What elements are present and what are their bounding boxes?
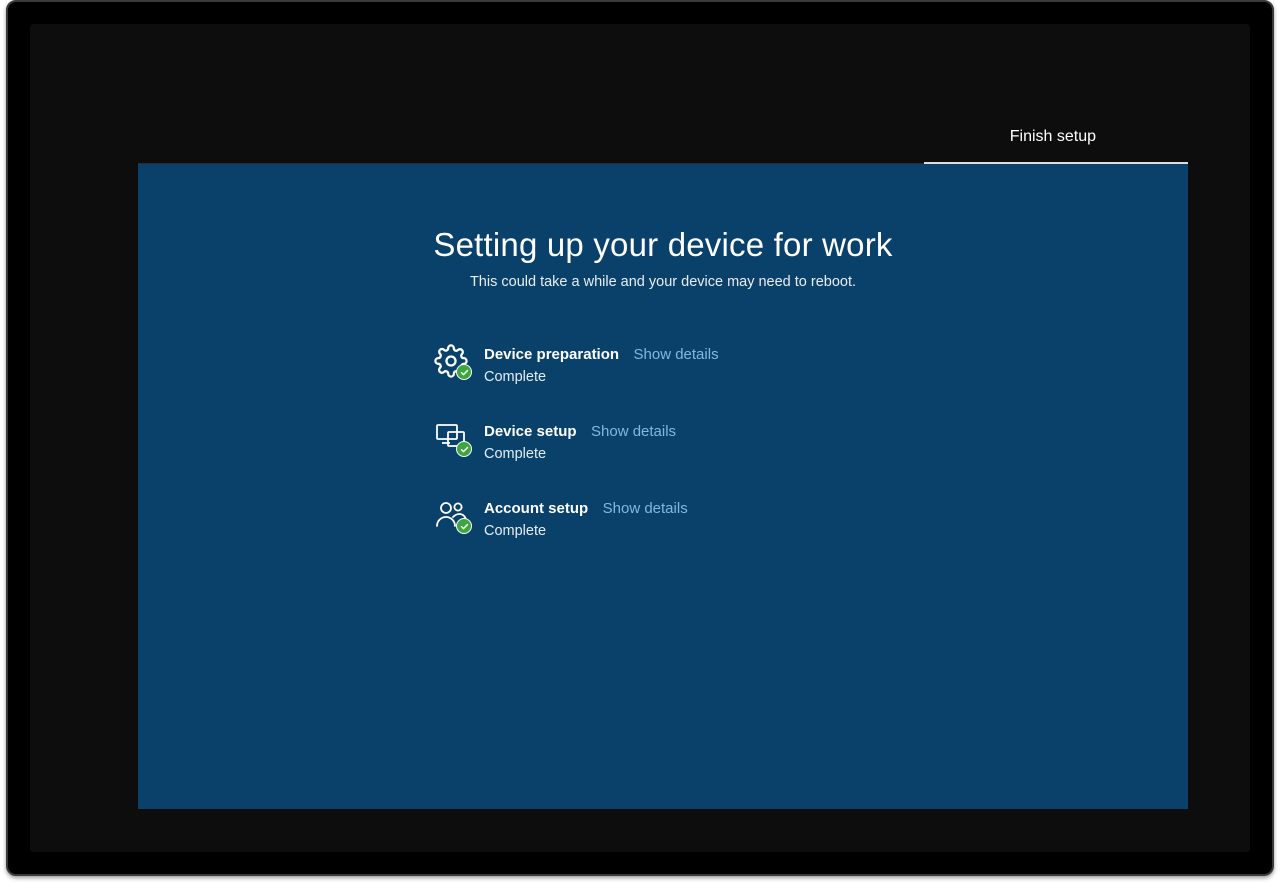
step-text: Device preparation Show details Complete: [484, 344, 719, 387]
step-text: Account setup Show details Complete: [484, 498, 688, 541]
page-title: Setting up your device for work: [138, 226, 1188, 264]
tablet-frame: Finish setup Setting up your device for …: [6, 0, 1274, 876]
step-title: Device preparation: [484, 346, 619, 363]
gear-icon: [434, 344, 474, 378]
step-title: Device setup: [484, 423, 577, 440]
page-subtitle: This could take a while and your device …: [138, 274, 1188, 290]
steps-list: Device preparation Show details Complete: [434, 344, 954, 541]
people-icon: [434, 498, 474, 532]
tablet-inner: Finish setup Setting up your device for …: [30, 24, 1250, 852]
step-account-setup: Account setup Show details Complete: [434, 498, 954, 541]
step-status: Complete: [484, 368, 719, 388]
screen: Finish setup Setting up your device for …: [138, 111, 1188, 809]
oobe-panel: Setting up your device for work This cou…: [138, 164, 1188, 809]
devices-icon: [434, 421, 474, 455]
step-text: Device setup Show details Complete: [484, 421, 676, 464]
show-details-link[interactable]: Show details: [634, 346, 719, 363]
step-device-setup: Device setup Show details Complete: [434, 421, 954, 464]
step-status: Complete: [484, 445, 676, 465]
step-title: Account setup: [484, 500, 588, 517]
checkmark-icon: [456, 364, 472, 380]
show-details-link[interactable]: Show details: [603, 500, 688, 517]
checkmark-icon: [456, 441, 472, 457]
checkmark-icon: [456, 518, 472, 534]
show-details-link[interactable]: Show details: [591, 423, 676, 440]
step-device-preparation: Device preparation Show details Complete: [434, 344, 954, 387]
topbar: Finish setup: [138, 111, 1188, 164]
step-status: Complete: [484, 522, 688, 542]
finish-setup-label[interactable]: Finish setup: [1010, 128, 1096, 146]
